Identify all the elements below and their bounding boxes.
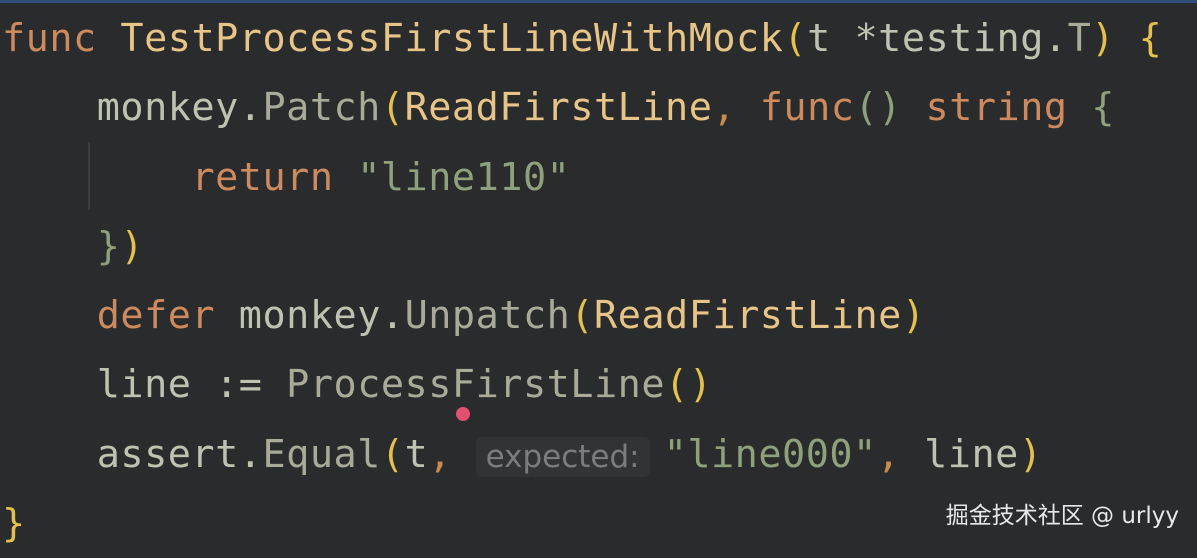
code-token: monkey. [2, 85, 263, 131]
code-token: ReadFirstLine [594, 293, 902, 339]
code-token: line [924, 431, 1019, 477]
code-token: , [428, 431, 476, 477]
code-token: () [854, 85, 926, 131]
code-token: { [1138, 16, 1163, 61]
code-token: func [2, 16, 121, 61]
code-token: ) [1018, 431, 1043, 477]
code-token: func [759, 85, 855, 131]
code-token: , [876, 431, 925, 477]
code-token: "line110" [357, 154, 571, 200]
code-token: line := [2, 362, 287, 408]
code-line[interactable]: assert.Equal(t, expected: "line000", line… [2, 420, 1162, 489]
code-line[interactable]: return "line110" [2, 143, 1162, 212]
code-line[interactable]: line := ProcessFirstLine() [2, 350, 1162, 419]
code-token: ( [783, 16, 808, 61]
code-line[interactable]: func TestProcessFirstLineWithMock(t *tes… [2, 4, 1162, 73]
code-token: "line000" [663, 431, 877, 477]
code-token: return [191, 154, 358, 200]
code-token: { [1091, 85, 1115, 131]
code-token: Equal [262, 431, 381, 477]
code-token: ( [570, 293, 595, 339]
code-token: ) [120, 223, 145, 269]
breakpoint-cursor-dot [456, 407, 470, 421]
code-token: ) [1091, 16, 1115, 61]
parameter-hint: expected: [475, 436, 650, 477]
code-token: () [665, 362, 713, 408]
code-token: *testing. [854, 16, 1068, 61]
code-line[interactable]: monkey.Patch(ReadFirstLine, func() strin… [2, 73, 1162, 142]
code-token: t [807, 16, 855, 61]
watermark: 掘金技术社区 @ urlyy [945, 503, 1179, 529]
window-top-border [0, 0, 1197, 3]
code-token: } [2, 501, 26, 547]
code-line[interactable]: defer monkey.Unpatch(ReadFirstLine) [2, 281, 1162, 350]
code-editor[interactable]: func TestProcessFirstLineWithMock(t *tes… [2, 4, 1162, 558]
code-token: defer [96, 293, 239, 339]
code-token: Unpatch [404, 293, 571, 339]
code-token: ) [901, 293, 926, 339]
code-token: ProcessFirstLine [286, 362, 666, 408]
code-token: ( [380, 85, 405, 131]
code-token: , [712, 85, 760, 131]
code-token: t [404, 431, 429, 477]
code-token: Patch [262, 85, 381, 131]
code-token: ReadFirstLine [404, 85, 713, 131]
code-token: monkey. [238, 293, 405, 339]
code-token: TestProcessFirstLineWithMock [120, 16, 784, 61]
indent-guide [88, 142, 90, 210]
code-token: ( [380, 431, 405, 477]
code-token: assert. [2, 431, 263, 477]
code-line[interactable]: }) [2, 212, 1162, 281]
code-token: string [925, 85, 1092, 131]
code-token: T [1067, 16, 1092, 61]
code-token: } [96, 223, 121, 269]
